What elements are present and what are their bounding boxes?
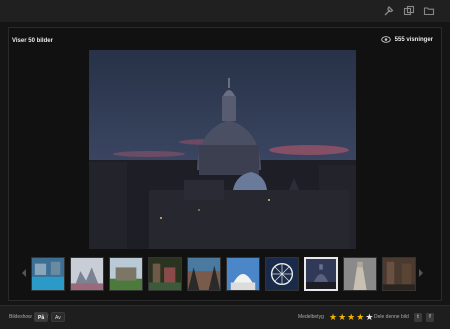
thumbnail[interactable] <box>109 257 143 291</box>
star-icon[interactable]: ★ <box>356 312 364 322</box>
view-count: 555 visninger <box>380 36 433 43</box>
slideshow-on-button[interactable]: På <box>34 312 49 322</box>
thumbnail[interactable] <box>265 257 299 291</box>
tools-icon[interactable] <box>383 5 395 17</box>
star-icon[interactable]: ★ <box>347 312 355 322</box>
top-toolbar <box>0 0 450 22</box>
slideshow-label: Bildeshow <box>9 314 32 320</box>
star-icon[interactable]: ★ <box>329 312 337 322</box>
star-empty-icon[interactable]: ★ <box>365 312 373 322</box>
thumbnail[interactable] <box>31 257 65 291</box>
thumbnail-strip <box>20 256 430 292</box>
rating-label: Medelbetyg <box>298 314 324 320</box>
thumbnail[interactable] <box>382 257 416 291</box>
rating-stars[interactable]: ★ ★ ★ ★ ★ <box>329 312 373 322</box>
twitter-share-icon[interactable]: t <box>414 313 422 322</box>
share-label: Dele denne bild <box>374 314 409 320</box>
thumbnail[interactable] <box>343 257 377 291</box>
eye-icon <box>380 36 391 43</box>
cathedral-dome-photo <box>89 50 356 249</box>
facebook-share-icon[interactable]: f <box>426 313 434 322</box>
thumbnail[interactable] <box>148 257 182 291</box>
star-icon[interactable]: ★ <box>338 312 346 322</box>
slideshow-off-button[interactable]: Av <box>51 312 65 322</box>
toggle-separator: / <box>47 314 49 320</box>
thumbnail[interactable] <box>226 257 260 291</box>
thumbnail-active[interactable] <box>304 257 338 291</box>
thumbnail[interactable] <box>70 257 104 291</box>
copy-icon[interactable] <box>403 5 415 17</box>
main-photo[interactable] <box>89 50 356 249</box>
prev-arrow-icon[interactable] <box>21 268 27 278</box>
image-count-label: Viser 50 bilder <box>12 38 53 44</box>
view-count-label: 555 visninger <box>394 36 433 43</box>
thumbnail[interactable] <box>187 257 221 291</box>
app-frame: Viser 50 bilder 555 visninger Bildeshow … <box>0 0 450 329</box>
folder-icon[interactable] <box>423 5 435 17</box>
bottom-bar: Bildeshow På / Av Medelbetyg ★ ★ ★ ★ ★ D… <box>0 305 450 329</box>
next-arrow-icon[interactable] <box>418 268 424 278</box>
